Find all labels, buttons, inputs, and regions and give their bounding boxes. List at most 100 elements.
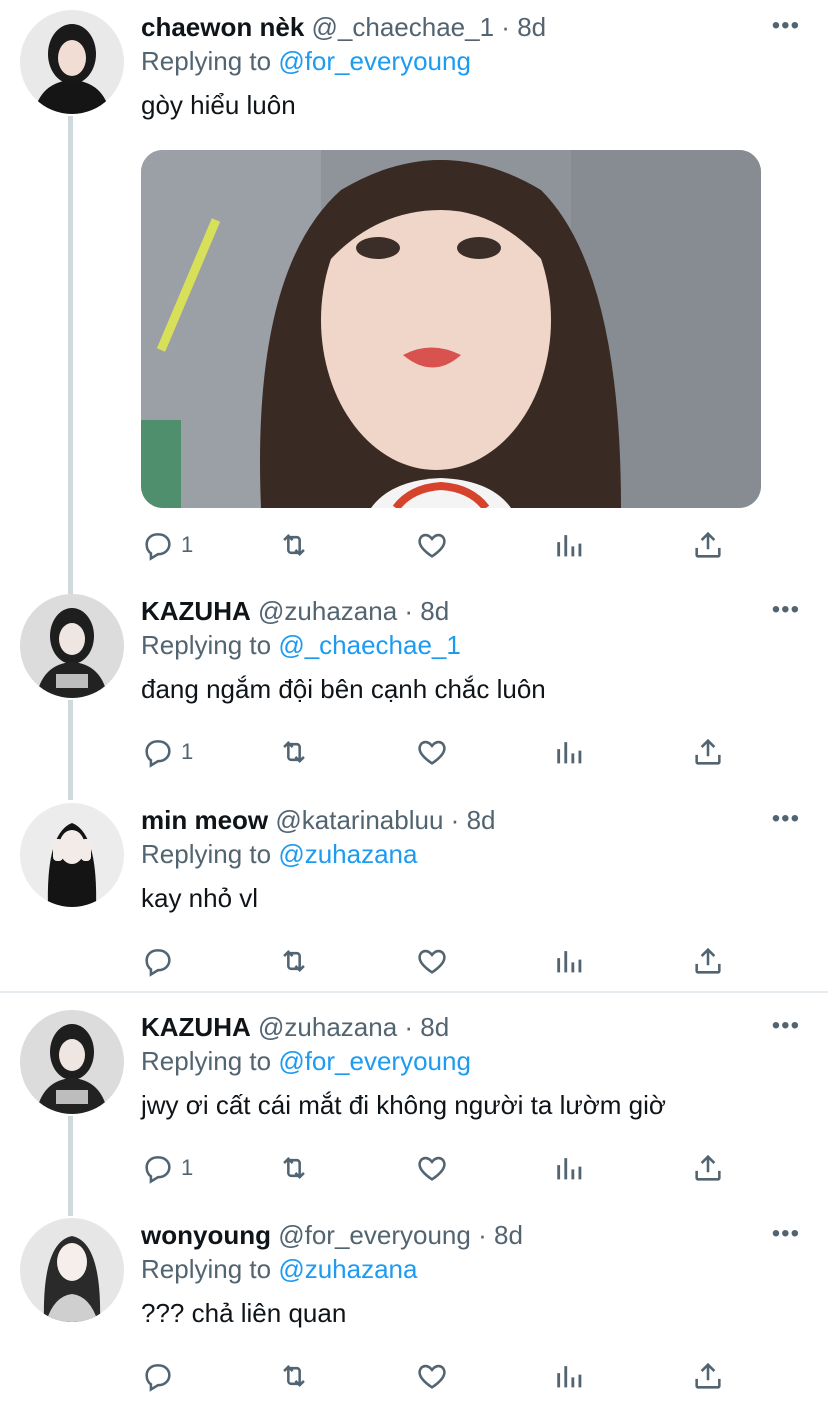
display-name[interactable]: KAZUHA — [141, 596, 251, 626]
display-name[interactable]: min meow — [141, 805, 268, 835]
retweet-icon — [283, 533, 305, 557]
analytics-button[interactable] — [553, 941, 587, 981]
reply-button[interactable]: 1 — [141, 525, 193, 565]
replying-to: Replying to @zuhazana — [141, 839, 417, 870]
analytics-button[interactable] — [553, 1356, 587, 1396]
tweet-image[interactable] — [141, 150, 761, 508]
share-button[interactable] — [691, 1356, 725, 1396]
timestamp[interactable]: 8d — [420, 596, 449, 626]
tweet-text: ??? chả liên quan — [141, 1298, 347, 1328]
replying-label: Replying to — [141, 1046, 272, 1076]
reply-button[interactable] — [141, 941, 181, 981]
like-button[interactable] — [415, 941, 449, 981]
retweet-button[interactable] — [277, 1148, 311, 1188]
like-button[interactable] — [415, 1148, 449, 1188]
more-icon[interactable]: ••• — [772, 12, 800, 40]
share-icon — [695, 1154, 721, 1181]
replying-to: Replying to @_chaechae_1 — [141, 630, 461, 661]
share-icon — [695, 738, 721, 765]
analytics-button[interactable] — [553, 525, 587, 565]
tweet[interactable]: KAZUHA @zuhazana · 8d ••• Replying to @f… — [0, 1000, 828, 1200]
share-icon — [695, 947, 721, 974]
retweet-button[interactable] — [277, 941, 311, 981]
share-button[interactable] — [691, 525, 725, 565]
share-button[interactable] — [691, 941, 725, 981]
tweet-header: chaewon nèk @_chaechae_1 · 8d — [141, 12, 546, 43]
reply-button[interactable] — [141, 1356, 181, 1396]
share-icon — [695, 531, 721, 558]
mention-link[interactable]: @_chaechae_1 — [278, 630, 461, 660]
timestamp[interactable]: 8d — [494, 1220, 523, 1250]
analytics-button[interactable] — [553, 1148, 587, 1188]
heart-icon — [418, 949, 446, 974]
share-button[interactable] — [691, 732, 725, 772]
mention-link[interactable]: @for_everyoung — [278, 1046, 471, 1076]
user-handle[interactable]: @_chaechae_1 — [312, 12, 495, 42]
share-icon — [695, 1362, 721, 1389]
user-handle[interactable]: @zuhazana — [258, 596, 397, 626]
timestamp[interactable]: 8d — [420, 1012, 449, 1042]
reply-icon — [145, 533, 171, 561]
analytics-icon — [557, 742, 582, 764]
share-button[interactable] — [691, 1148, 725, 1188]
timestamp[interactable]: 8d — [517, 12, 546, 42]
display-name[interactable]: chaewon nèk — [141, 12, 304, 42]
user-handle[interactable]: @for_everyoung — [278, 1220, 471, 1250]
display-name[interactable]: KAZUHA — [141, 1012, 251, 1042]
tweet[interactable]: wonyoung @for_everyoung · 8d ••• Replyin… — [0, 1208, 828, 1405]
replying-label: Replying to — [141, 839, 272, 869]
replying-to: Replying to @for_everyoung — [141, 46, 471, 77]
tweet[interactable]: min meow @katarinabluu · 8d ••• Replying… — [0, 793, 828, 993]
replying-label: Replying to — [141, 630, 272, 660]
mention-link[interactable]: @zuhazana — [278, 839, 417, 869]
avatar[interactable] — [20, 803, 124, 907]
like-button[interactable] — [415, 732, 449, 772]
tweet[interactable]: KAZUHA @zuhazana · 8d ••• Replying to @_… — [0, 584, 828, 784]
display-name[interactable]: wonyoung — [141, 1220, 271, 1250]
retweet-button[interactable] — [277, 1356, 311, 1396]
timestamp[interactable]: 8d — [467, 805, 496, 835]
avatar[interactable] — [20, 1218, 124, 1322]
mention-link[interactable]: @for_everyoung — [278, 46, 471, 76]
tweet-text: jwy ơi cất cái mắt đi không người ta lườ… — [141, 1090, 666, 1120]
user-handle[interactable]: @katarinabluu — [275, 805, 443, 835]
mention-link[interactable]: @zuhazana — [278, 1254, 417, 1284]
reply-button[interactable]: 1 — [141, 732, 193, 772]
separator: · — [501, 12, 510, 42]
retweet-icon — [283, 1156, 305, 1180]
tweet[interactable]: chaewon nèk @_chaechae_1 · 8d ••• Replyi… — [0, 0, 828, 585]
like-button[interactable] — [415, 1356, 449, 1396]
tweet-text: kay nhỏ vl — [141, 883, 259, 913]
more-icon[interactable]: ••• — [772, 1012, 800, 1040]
avatar[interactable] — [20, 594, 124, 698]
tweet-actions: 1 — [141, 525, 781, 565]
avatar[interactable] — [20, 10, 124, 114]
analytics-icon — [557, 1366, 582, 1388]
retweet-button[interactable] — [277, 525, 311, 565]
separator: · — [404, 596, 414, 626]
user-handle[interactable]: @zuhazana — [258, 1012, 397, 1042]
retweet-icon — [283, 740, 305, 764]
tweet-actions — [141, 941, 781, 981]
tweet-header: KAZUHA @zuhazana · 8d — [141, 596, 449, 627]
separator: · — [404, 1012, 414, 1042]
retweet-button[interactable] — [277, 732, 311, 772]
reply-icon — [145, 740, 171, 768]
tweet-header: min meow @katarinabluu · 8d — [141, 805, 496, 836]
more-icon[interactable]: ••• — [772, 596, 800, 624]
analytics-button[interactable] — [553, 732, 587, 772]
reply-icon — [145, 1156, 171, 1184]
retweet-icon — [283, 949, 305, 973]
more-icon[interactable]: ••• — [772, 1220, 800, 1248]
tweet-actions — [141, 1356, 781, 1396]
more-icon[interactable]: ••• — [772, 805, 800, 833]
analytics-icon — [557, 1158, 582, 1180]
tweet-header: KAZUHA @zuhazana · 8d — [141, 1012, 449, 1043]
retweet-icon — [283, 1364, 305, 1388]
heart-icon — [418, 533, 446, 558]
avatar[interactable] — [20, 1010, 124, 1114]
analytics-icon — [557, 535, 582, 557]
reply-icon — [145, 949, 171, 977]
reply-button[interactable]: 1 — [141, 1148, 193, 1188]
like-button[interactable] — [415, 525, 449, 565]
